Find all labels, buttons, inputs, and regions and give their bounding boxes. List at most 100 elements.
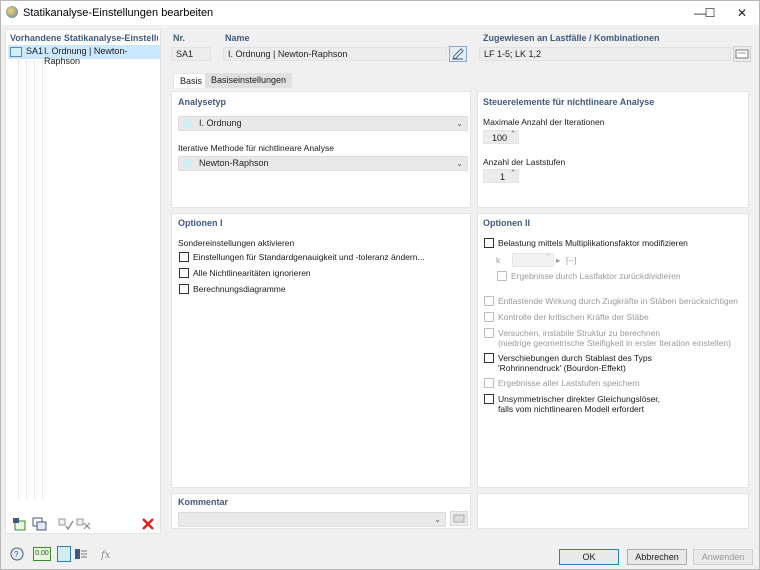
unsymmetric-label-1: Unsymmetrischer direkter Gleichungslöser… [498, 394, 661, 404]
analysis-color-icon [10, 47, 22, 57]
critical-checkbox[interactable] [484, 312, 494, 322]
controls-title: Steuerelemente für nichtlineare Analyse [483, 97, 655, 107]
chevron-down-icon: ⌄ [456, 159, 463, 168]
tree-line [42, 60, 43, 500]
sidebar-header: Vorhandene Statikanalyse-Einstellunge [10, 33, 158, 43]
assigned-field[interactable]: LF 1-5; LK 1,2 [479, 47, 731, 61]
method-value: Newton-Raphson [199, 158, 269, 168]
sidebar-item-label: I. Ordnung | Newton-Raphson [44, 46, 128, 66]
title-bar: Statikanalyse-Einstellungen bearbeiten —… [1, 1, 759, 25]
bourdon-checkbox[interactable] [484, 353, 494, 363]
k-next-icon[interactable]: ▸ [556, 255, 560, 266]
color-swatch-button[interactable] [57, 546, 71, 562]
app-icon [6, 6, 18, 18]
unstable-checkbox[interactable] [484, 328, 494, 338]
ignore-nonlinearities-checkbox[interactable] [179, 268, 189, 278]
max-iterations-spinner[interactable]: 100 ⌃ [483, 130, 519, 144]
formula-icon[interactable]: fx [99, 547, 115, 561]
units-button[interactable]: 0.00 [33, 547, 51, 561]
calc-diagrams-checkbox[interactable] [179, 284, 189, 294]
name-label: Name [225, 33, 250, 43]
unsymmetric-label-2: falls vom nichtlinearen Modell erfordert [498, 404, 644, 414]
options2-title: Optionen II [483, 218, 530, 228]
options2-panel: Optionen II Belastung mittels Multiplika… [477, 213, 749, 488]
k-spinner[interactable]: ⌃ [512, 253, 554, 267]
method-swatch [184, 160, 192, 168]
options1-panel: Optionen I Sondereinstellungen aktiviere… [171, 213, 471, 488]
method-select[interactable]: Newton-Raphson ⌄ [178, 156, 468, 171]
analysis-type-panel: Analysetyp I. Ordnung ⌄ Iterative Method… [171, 91, 471, 208]
analysis-type-swatch [184, 120, 192, 128]
chevron-down-icon: ⌄ [434, 515, 441, 524]
window-title: Statikanalyse-Einstellungen bearbeiten [23, 7, 214, 19]
analysis-type-select[interactable]: I. Ordnung ⌄ [178, 116, 468, 131]
divide-label: Ergebnisse durch Lastfaktor zurückdividi… [511, 271, 681, 281]
precision-checkbox[interactable] [179, 252, 189, 262]
maximize-button[interactable]: ☐ [695, 1, 725, 25]
bourdon-label-2: 'Rohrinnendruck' (Bourdon-Effekt) [498, 363, 626, 373]
load-factor-label: Belastung mittels Multiplikationsfaktor … [498, 238, 688, 248]
options1-title: Optionen I [178, 218, 223, 228]
close-button[interactable]: ✕ [727, 1, 757, 25]
apply-button[interactable]: Anwenden [693, 549, 753, 565]
ok-button[interactable]: OK [559, 549, 619, 565]
special-settings-label: Sondereinstellungen aktivieren [178, 238, 295, 248]
assigned-label: Zugewiesen an Lastfälle / Kombinationen [483, 33, 660, 43]
name-field[interactable]: I. Ordnung | Newton-Raphson [223, 47, 447, 61]
tree-line [26, 60, 27, 500]
load-steps-spinner[interactable]: 1 ⌃ [483, 169, 519, 183]
save-steps-label: Ergebnisse aller Laststufen speichern [498, 378, 640, 388]
save-steps-checkbox[interactable] [484, 378, 494, 388]
analysis-type-title: Analysetyp [178, 97, 227, 107]
tab-basis[interactable]: Basis [173, 73, 210, 88]
method-label: Iterative Methode für nichtlineare Analy… [178, 143, 334, 153]
uncheck-items-icon[interactable] [76, 517, 92, 531]
nr-label: Nr. [173, 33, 186, 43]
chevron-down-icon: ⌄ [456, 119, 463, 128]
sidebar-item-code: SA1 [26, 46, 44, 56]
edit-name-icon[interactable] [449, 46, 467, 62]
ignore-nonlinearities-label: Alle Nichtlinearitäten ignorieren [193, 268, 311, 278]
load-steps-label: Anzahl der Laststufen [483, 157, 566, 167]
svg-text:?: ? [14, 550, 19, 559]
comment-select[interactable]: ⌄ [178, 512, 446, 527]
select-loads-icon[interactable] [733, 46, 751, 62]
cancel-button[interactable]: Abbrechen [627, 549, 687, 565]
comment-side-panel [477, 493, 749, 529]
nr-field[interactable]: SA1 [171, 47, 211, 61]
sidebar-item-sa1[interactable]: SA1 I. Ordnung | Newton-Raphson [8, 45, 160, 66]
divide-checkbox[interactable] [497, 271, 507, 281]
check-items-icon[interactable] [58, 517, 74, 531]
unstable-label-1: Versuchen, instabile Struktur zu berechn… [498, 328, 661, 338]
relieving-label: Entlastende Wirkung durch Zugkräfte in S… [498, 296, 739, 306]
unstable-label-2: (niedrige geometrische Steifigkeit in er… [498, 338, 731, 348]
comment-panel: Kommentar ⌄ [171, 493, 471, 529]
help-icon[interactable]: ? [9, 547, 25, 561]
comment-edit-icon[interactable] [450, 511, 468, 526]
critical-label: Kontrolle der kritischen Kräfte der Stäb… [498, 312, 649, 322]
relieving-checkbox[interactable] [484, 296, 494, 306]
unsymmetric-solver-checkbox[interactable] [484, 394, 494, 404]
k-label: k [496, 255, 501, 265]
tree-line [18, 60, 19, 500]
model-view-icon[interactable] [73, 547, 89, 561]
spinner-arrows-icon: ⌃ [545, 254, 551, 261]
copy-item-icon[interactable] [32, 517, 48, 531]
delete-icon[interactable] [140, 517, 156, 531]
spinner-arrows-icon: ⌃ [510, 131, 516, 138]
k-unit: [--] [566, 255, 577, 265]
max-iterations-value: 100 [492, 133, 508, 143]
precision-label: Einstellungen für Standardgenauigkeit un… [193, 252, 425, 262]
load-steps-value: 1 [500, 172, 506, 182]
new-item-icon[interactable] [12, 517, 28, 531]
sidebar-panel: Vorhandene Statikanalyse-Einstellunge SA… [5, 29, 161, 534]
max-iterations-label: Maximale Anzahl der Iterationen [483, 117, 605, 127]
tab-basiseinstellungen[interactable]: Basiseinstellungen [205, 73, 293, 88]
svg-text:fx: fx [100, 550, 111, 561]
spinner-arrows-icon: ⌃ [510, 170, 516, 177]
bourdon-label-1: Verschiebungen durch Stablast des Typs [498, 353, 652, 363]
calc-diagrams-label: Berechnungsdiagramme [193, 284, 286, 294]
tree-line [34, 60, 35, 500]
analysis-type-value: I. Ordnung [199, 118, 242, 128]
load-factor-checkbox[interactable] [484, 238, 494, 248]
